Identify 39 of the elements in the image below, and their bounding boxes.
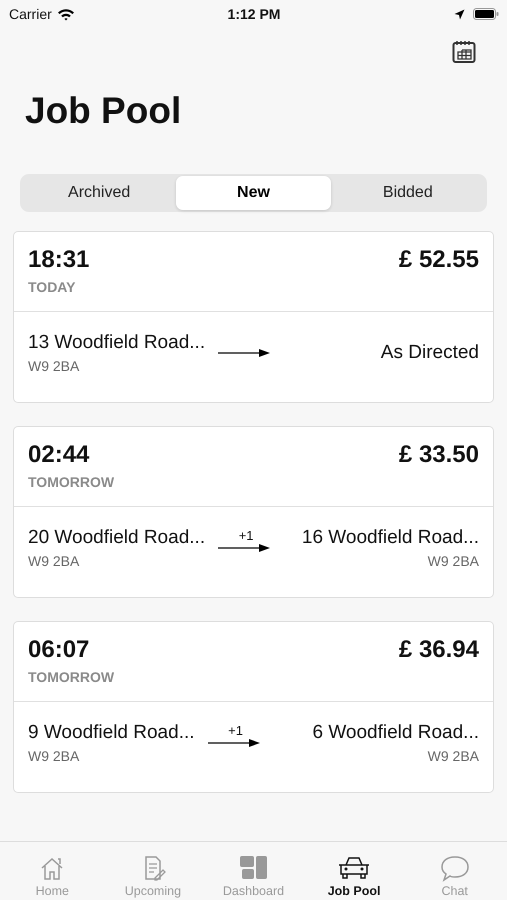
pickup-address: 9 Woodfield Road... — [28, 722, 195, 744]
arrow-icon — [218, 348, 270, 358]
job-day: TOMORROW — [28, 669, 114, 685]
segment-tab[interactable]: Archived — [22, 176, 176, 210]
dropoff-address: 16 Woodfield Road... — [302, 527, 479, 549]
job-day: TOMORROW — [28, 474, 114, 490]
location-icon — [454, 8, 465, 20]
job-card[interactable]: 02:44 TOMORROW £ 33.50 20 Woodfield Road... W9 2BA +1 16 Woodfield Road... W9 2BA — [13, 426, 494, 598]
job-price: £ 33.50 — [398, 441, 479, 470]
job-price: £ 36.94 — [398, 636, 479, 665]
dropoff-postcode: W9 2BA — [428, 553, 479, 569]
job-time: 06:07 — [28, 636, 90, 664]
arrow-icon — [208, 738, 260, 748]
pickup-postcode: W9 2BA — [28, 748, 80, 764]
pickup-address: 13 Woodfield Road... — [28, 332, 206, 354]
stops-count: +1 — [228, 723, 243, 738]
stops-count: +1 — [238, 528, 254, 543]
pickup-address: 20 Woodfield Road... — [28, 527, 206, 549]
job-time: 02:44 — [28, 441, 90, 469]
battery-icon — [472, 8, 499, 20]
carrier-label: Carrier — [9, 6, 52, 22]
pickup-postcode: W9 2BA — [28, 553, 80, 569]
pickup-postcode: W9 2BA — [28, 358, 80, 374]
dropoff-address: 6 Woodfield Road... — [312, 722, 479, 744]
job-time: 18:31 — [28, 246, 90, 274]
job-card[interactable]: 18:31 TODAY £ 52.55 13 Woodfield Road... W9 2BA As Directed — [13, 231, 494, 403]
page-title: Job Pool — [25, 90, 182, 133]
job-price: £ 52.55 — [398, 246, 479, 275]
tab-bar-item[interactable]: Job Pool — [304, 842, 404, 900]
job-card[interactable]: 06:07 TOMORROW £ 36.94 9 Woodfield Road... W9 2BA +1 6 Woodfield Road... W9 2BA — [13, 621, 494, 793]
clock-time: 1:12 PM — [226, 6, 282, 22]
calendar-icon[interactable] — [452, 40, 476, 64]
wifi-icon — [56, 8, 75, 20]
segment-tab[interactable]: New — [176, 176, 331, 210]
arrow-icon — [218, 543, 270, 553]
segment-tab[interactable]: Bidded — [330, 176, 485, 210]
job-day: TODAY — [28, 279, 90, 295]
dropoff-address: As Directed — [380, 342, 479, 364]
dropoff-postcode: W9 2BA — [428, 748, 479, 764]
